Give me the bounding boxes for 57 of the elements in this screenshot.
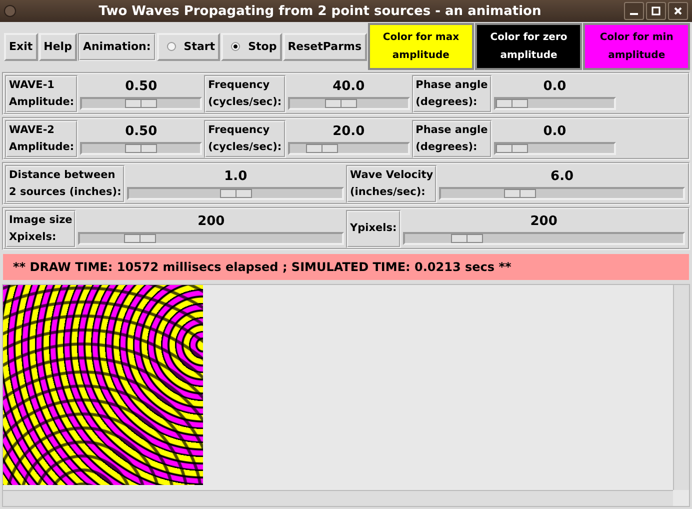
- parameter-label: Ypixels:: [346, 210, 401, 248]
- slider-value: 0.50: [125, 123, 158, 141]
- parameter-label: WAVE-1 Amplitude:: [5, 74, 78, 112]
- slider-track[interactable]: [494, 142, 616, 155]
- slider-track[interactable]: [288, 142, 410, 155]
- slider-value: 0.0: [543, 123, 566, 141]
- status-message: ** DRAW TIME: 10572 millisecs elapsed ; SIMULATED TIME: 0.0213 secs **: [2, 253, 690, 281]
- slider-value: 6.0: [550, 168, 574, 186]
- horizontal-scrollbar[interactable]: [3, 490, 673, 506]
- slider-value: 40.0: [332, 78, 365, 96]
- color-button[interactable]: Color for max amplitude: [368, 23, 474, 70]
- slider-value: 1.0: [224, 168, 248, 186]
- radio-button[interactable]: Stop: [221, 32, 282, 60]
- slider-value: 0.50: [125, 78, 158, 96]
- slider-thumb[interactable]: [496, 99, 528, 108]
- slider-thumb[interactable]: [124, 234, 156, 243]
- slider-value: 200: [530, 213, 558, 231]
- parameter-label: Frequency (cycles/sec):: [204, 120, 286, 158]
- radio-button[interactable]: Start: [156, 32, 220, 60]
- slider-track[interactable]: [494, 97, 616, 110]
- slider-track[interactable]: [80, 142, 202, 155]
- slider-thumb[interactable]: [306, 144, 338, 153]
- close-icon[interactable]: [668, 2, 688, 20]
- slider-thumb[interactable]: [451, 234, 484, 243]
- color-button[interactable]: Color for zero amplitude: [475, 23, 582, 70]
- slider-value: 200: [198, 213, 225, 231]
- toolbar-button[interactable]: Exit: [4, 32, 38, 60]
- slider-value: 20.0: [332, 123, 365, 141]
- toolbar-button[interactable]: ResetParms: [282, 32, 367, 60]
- parameter-label: Wave Velocity (inches/sec):: [346, 164, 438, 202]
- slider-thumb[interactable]: [220, 189, 252, 198]
- slider-thumb[interactable]: [496, 144, 528, 153]
- slider-thumb[interactable]: [504, 189, 536, 198]
- maximize-icon[interactable]: [646, 2, 666, 20]
- animation-label: Animation:: [78, 32, 156, 60]
- slider-track[interactable]: [402, 232, 685, 245]
- color-button[interactable]: Color for min amplitude: [583, 23, 690, 70]
- slider-thumb[interactable]: [125, 99, 158, 108]
- parameter-label: Image size Xpixels:: [5, 210, 76, 248]
- slider-track[interactable]: [127, 187, 344, 200]
- parameter-label: Distance between 2 sources (inches):: [5, 164, 126, 202]
- slider-thumb[interactable]: [125, 144, 158, 153]
- parameter-label: WAVE-2 Amplitude:: [5, 120, 78, 158]
- slider-value: 0.0: [543, 78, 566, 96]
- parameter-label: Frequency (cycles/sec):: [204, 74, 286, 112]
- toolbar-button[interactable]: Help: [38, 32, 77, 60]
- slider-track[interactable]: [80, 97, 202, 110]
- window-title: Two Waves Propagating from 2 point sources - an animation: [98, 4, 542, 18]
- slider-track[interactable]: [78, 232, 344, 245]
- minimize-icon[interactable]: [624, 2, 644, 20]
- slider-track[interactable]: [439, 187, 685, 200]
- parameter-label: Phase angle (degrees):: [412, 74, 492, 112]
- vertical-scrollbar[interactable]: [673, 285, 689, 490]
- parameter-label: Phase angle (degrees):: [412, 120, 492, 158]
- slider-thumb[interactable]: [324, 99, 357, 108]
- slider-track[interactable]: [288, 97, 410, 110]
- window-menu-icon[interactable]: [4, 5, 16, 17]
